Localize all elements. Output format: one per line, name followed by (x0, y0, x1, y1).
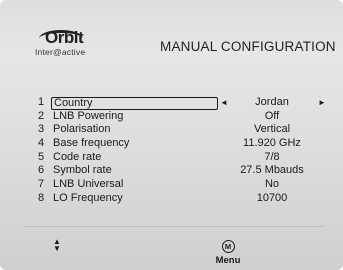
right-arrow-icon[interactable]: ► (318, 96, 326, 110)
setting-number: 1 (38, 96, 45, 108)
setting-label: Country (51, 97, 218, 110)
setting-value: 7/8 (264, 150, 280, 163)
setting-row-country[interactable]: 1 Country ◄ Jordan ► (38, 96, 334, 110)
setting-number: 4 (38, 137, 45, 150)
setting-row-code-rate[interactable]: 5 Code rate 7/8 (38, 151, 334, 165)
setting-number: 3 (38, 123, 45, 136)
setting-label: LNB Universal (53, 178, 124, 191)
up-down-nav-icon: ▲ ▼ (53, 238, 61, 253)
setting-label: Code rate (53, 150, 102, 163)
setting-label: LO Frequency (53, 191, 123, 204)
setting-number: 7 (38, 178, 45, 191)
m-key-icon: M (221, 240, 235, 253)
page-title: MANUAL CONFIGURATION (160, 39, 336, 54)
setting-label: LNB Powering (53, 109, 124, 122)
setting-value: Jordan (255, 96, 289, 108)
setting-label: Symbol rate (53, 164, 112, 177)
setting-number: 2 (38, 109, 45, 122)
left-arrow-icon[interactable]: ◄ (220, 96, 228, 110)
setting-number: 8 (38, 191, 45, 204)
osd-screen: Orbit Inter@active MANUAL CONFIGURATION … (0, 0, 343, 270)
menu-button[interactable]: M Menu (211, 236, 245, 266)
setting-value: Vertical (253, 123, 291, 136)
setting-row-polarisation[interactable]: 3 Polarisation Vertical (38, 123, 334, 137)
setting-value: 27.5 Mbauds (240, 164, 304, 177)
footer-divider (24, 226, 324, 227)
setting-row-base-frequency[interactable]: 4 Base frequency 11.920 GHz (38, 137, 334, 151)
setting-number: 6 (38, 164, 45, 177)
menu-label: Menu (215, 255, 241, 266)
setting-value: 10700 (256, 191, 288, 204)
setting-label: Polarisation (53, 123, 111, 136)
down-arrow-icon: ▼ (53, 244, 61, 253)
setting-row-symbol-rate[interactable]: 6 Symbol rate 27.5 Mbauds (38, 164, 334, 178)
setting-label: Base frequency (53, 137, 130, 150)
setting-row-lnb-powering[interactable]: 2 LNB Powering Off (38, 110, 334, 124)
setting-row-lnb-universal[interactable]: 7 LNB Universal No (38, 178, 334, 192)
logo-brand: Orbit (45, 28, 84, 47)
setting-value: 11.920 GHz (243, 137, 301, 150)
logo-subline: Inter@active (35, 47, 86, 57)
setting-value: Off (264, 109, 280, 122)
setting-number: 5 (38, 150, 45, 163)
setting-value: No (264, 178, 280, 191)
orbit-logo: Orbit Inter@active (35, 28, 105, 62)
settings-list: 1 Country ◄ Jordan ► 2 LNB Powering Off … (38, 96, 334, 206)
setting-row-lo-frequency[interactable]: 8 LO Frequency 10700 (38, 192, 334, 206)
